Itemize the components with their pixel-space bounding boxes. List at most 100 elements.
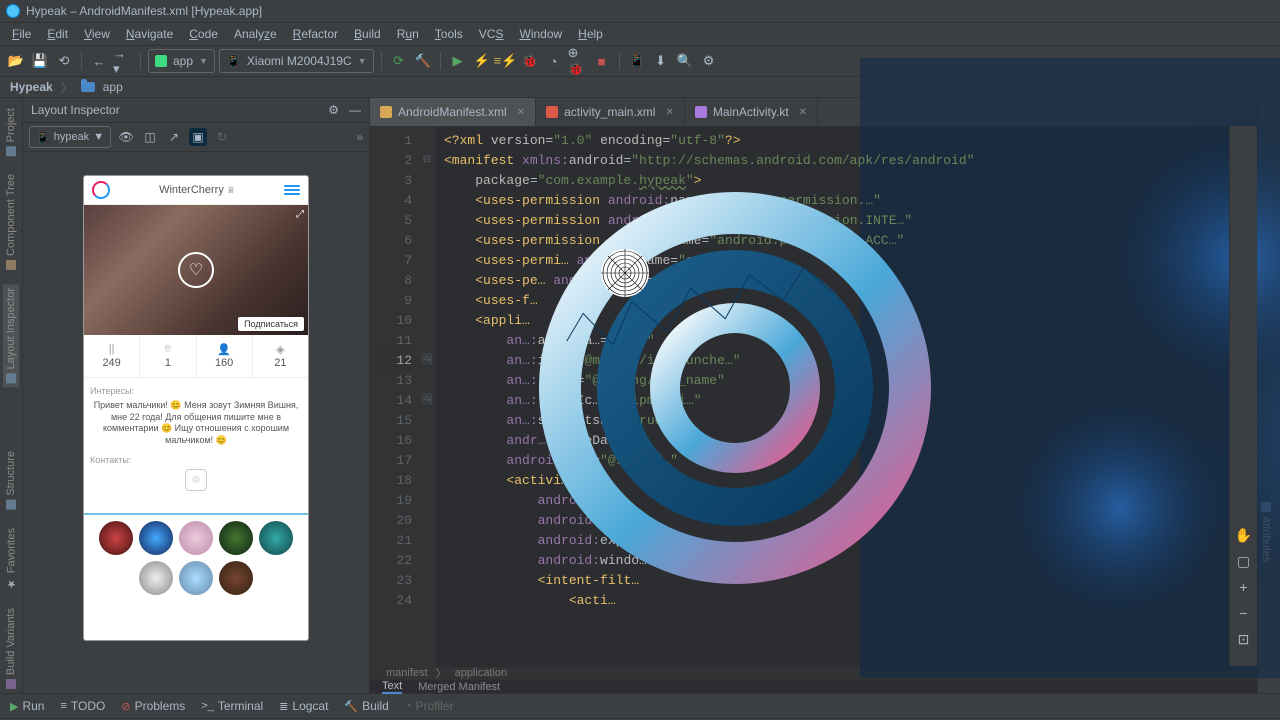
tool-profiler[interactable]: ◔Profiler [405,699,454,713]
project-name[interactable]: Hypeak [10,80,53,94]
refresh-icon[interactable]: ⟲ [54,51,74,71]
save-icon[interactable]: 💾 [30,51,50,71]
tab-main-activity[interactable]: MainActivity.kt✕ [685,98,818,126]
menu-analyze[interactable]: Analyze [228,25,283,43]
tool-run[interactable]: ▶Run [10,699,44,713]
bio-text: Привет мальчики! 😊 Меня зовут Зимняя Виш… [90,400,302,447]
forward-icon[interactable]: → ▾ [113,51,133,71]
menu-run[interactable]: Run [391,25,425,43]
back-icon[interactable]: ← [89,51,109,71]
inspector-title: Layout Inspector [31,103,120,117]
close-icon[interactable]: ✕ [517,107,525,118]
subscribe-button: Подписаться [238,317,304,331]
tool-terminal[interactable]: >_Terminal [201,699,263,713]
export-icon[interactable]: ↗ [165,128,183,146]
close-icon[interactable]: ✕ [665,107,673,118]
stop-icon[interactable]: ■ [592,51,612,71]
eye-icon[interactable]: 👁 [117,128,135,146]
tab-structure[interactable]: Structure [3,447,19,514]
module-name[interactable]: app [103,80,123,94]
android-icon [155,55,167,67]
expand-icon: ⤢ [296,209,304,220]
contacts-label: Контакты: [90,455,302,465]
avatar-grid [84,513,308,607]
app-logo-icon [92,181,110,199]
folder-icon [81,82,95,92]
right-tool-strip: Attributes [1257,98,1280,693]
sdk-icon[interactable]: ⬇ [651,51,671,71]
tool-todo[interactable]: ≡TODO [60,699,105,713]
minimize-icon[interactable]: — [349,103,361,117]
menu-view[interactable]: View [78,25,116,43]
process-selector[interactable]: 📱hypeak▼ [29,126,111,148]
profile-icon[interactable]: ◔ [544,51,564,71]
rect-icon[interactable]: ▢ [1235,552,1253,570]
apply-changes-icon[interactable]: ⚡ [472,51,492,71]
fit-icon[interactable]: ⊡ [1235,630,1253,648]
menu-refactor[interactable]: Refactor [287,25,344,43]
gear-icon[interactable]: ⚙ [328,103,339,117]
mode-merged[interactable]: Merged Manifest [418,681,500,693]
menu-vcs[interactable]: VCS [473,25,510,43]
interests-label: Интересы: [90,386,302,396]
zoom-in-icon[interactable]: + [1235,578,1253,596]
menu-file[interactable]: File [6,25,37,43]
live-icon[interactable]: ▣ [189,128,207,146]
editor-area: AndroidManifest.xml✕ activity_main.xml✕ … [370,98,1257,693]
pan-icon[interactable]: ✋ [1235,526,1253,544]
more-icon[interactable]: » [356,130,363,144]
menu-build[interactable]: Build [348,25,387,43]
device-selector[interactable]: 📱 Xiaomi M2004J19C ▼ [219,49,374,73]
menu-tools[interactable]: Tools [429,25,469,43]
sync-icon[interactable]: ⟳ [389,51,409,71]
close-icon[interactable]: ✕ [799,107,807,118]
tab-layout-inspector[interactable]: Layout Inspector [3,284,19,387]
menu-navigate[interactable]: Navigate [120,25,179,43]
app-icon [6,4,20,18]
line-gutter: 123456789101112131415161718192021222324 [370,127,418,667]
profile-hero: ⤢ ♡ Подписаться [84,205,308,335]
tab-attributes[interactable]: Attributes [1258,498,1274,566]
settings-icon[interactable]: ⚙ [699,51,719,71]
tab-favorites[interactable]: ★Favorites [3,524,20,594]
title-bar: Hypeak – AndroidManifest.xml [Hypeak.app… [0,0,1280,23]
overlap-icon[interactable]: ◫ [141,128,159,146]
mode-text[interactable]: Text [382,680,402,694]
run-config-selector[interactable]: app ▼ [148,49,215,73]
tab-activity-main[interactable]: activity_main.xml✕ [536,98,685,126]
tab-manifest[interactable]: AndroidManifest.xml✕ [370,98,536,126]
menu-help[interactable]: Help [572,25,609,43]
apply-code-icon[interactable]: ≡⚡ [496,51,516,71]
menu-edit[interactable]: Edit [41,25,74,43]
profile-username: WinterCherry♕ [159,184,235,196]
tool-logcat[interactable]: ≣Logcat [279,699,328,713]
gutter-icons: ⊟🖼🖼 [418,127,436,667]
source-code[interactable]: <?xml version="1.0" encoding="utf-8"?> <… [436,127,1257,667]
reload-icon[interactable]: ↻ [213,128,231,146]
instagram-icon: ◎ [185,469,207,491]
menu-code[interactable]: Code [183,25,224,43]
editor-mode-tabs: Text Merged Manifest [370,679,1257,693]
menu-bar: File Edit View Navigate Code Analyze Ref… [0,23,1280,46]
attach-icon[interactable]: ⊕🐞 [568,51,588,71]
menu-window[interactable]: Window [513,25,568,43]
editor-tabs: AndroidManifest.xml✕ activity_main.xml✕ … [370,98,1257,127]
run-config-label: app [173,54,193,68]
open-icon[interactable]: 📂 [6,51,26,71]
run-icon[interactable]: ▶ [448,51,468,71]
tab-component-tree[interactable]: Component Tree [3,170,19,274]
avd-icon[interactable]: 📱 [627,51,647,71]
code-editor[interactable]: 123456789101112131415161718192021222324 … [370,127,1257,667]
search-icon[interactable]: 🔍 [675,51,695,71]
hammer-icon[interactable]: 🔨 [413,51,433,71]
debug-icon[interactable]: 🐞 [520,51,540,71]
preview-controls: ✋ ▢ + − ⊡ [1229,126,1257,666]
zoom-out-icon[interactable]: − [1235,604,1253,622]
device-preview[interactable]: WinterCherry♕ ⤢ ♡ Подписаться ||249 ⌾1 👤… [84,176,308,640]
tool-problems[interactable]: ⊘Problems [121,699,185,713]
nav-bar: Hypeak 〉 app [0,77,1280,98]
tool-build[interactable]: 🔨Build [344,699,388,713]
main-toolbar: 📂 💾 ⟲ ← → ▾ app ▼ 📱 Xiaomi M2004J19C ▼ ⟳… [0,46,1280,77]
tab-project[interactable]: Project [3,104,19,160]
tab-build-variants[interactable]: Build Variants [3,604,19,693]
